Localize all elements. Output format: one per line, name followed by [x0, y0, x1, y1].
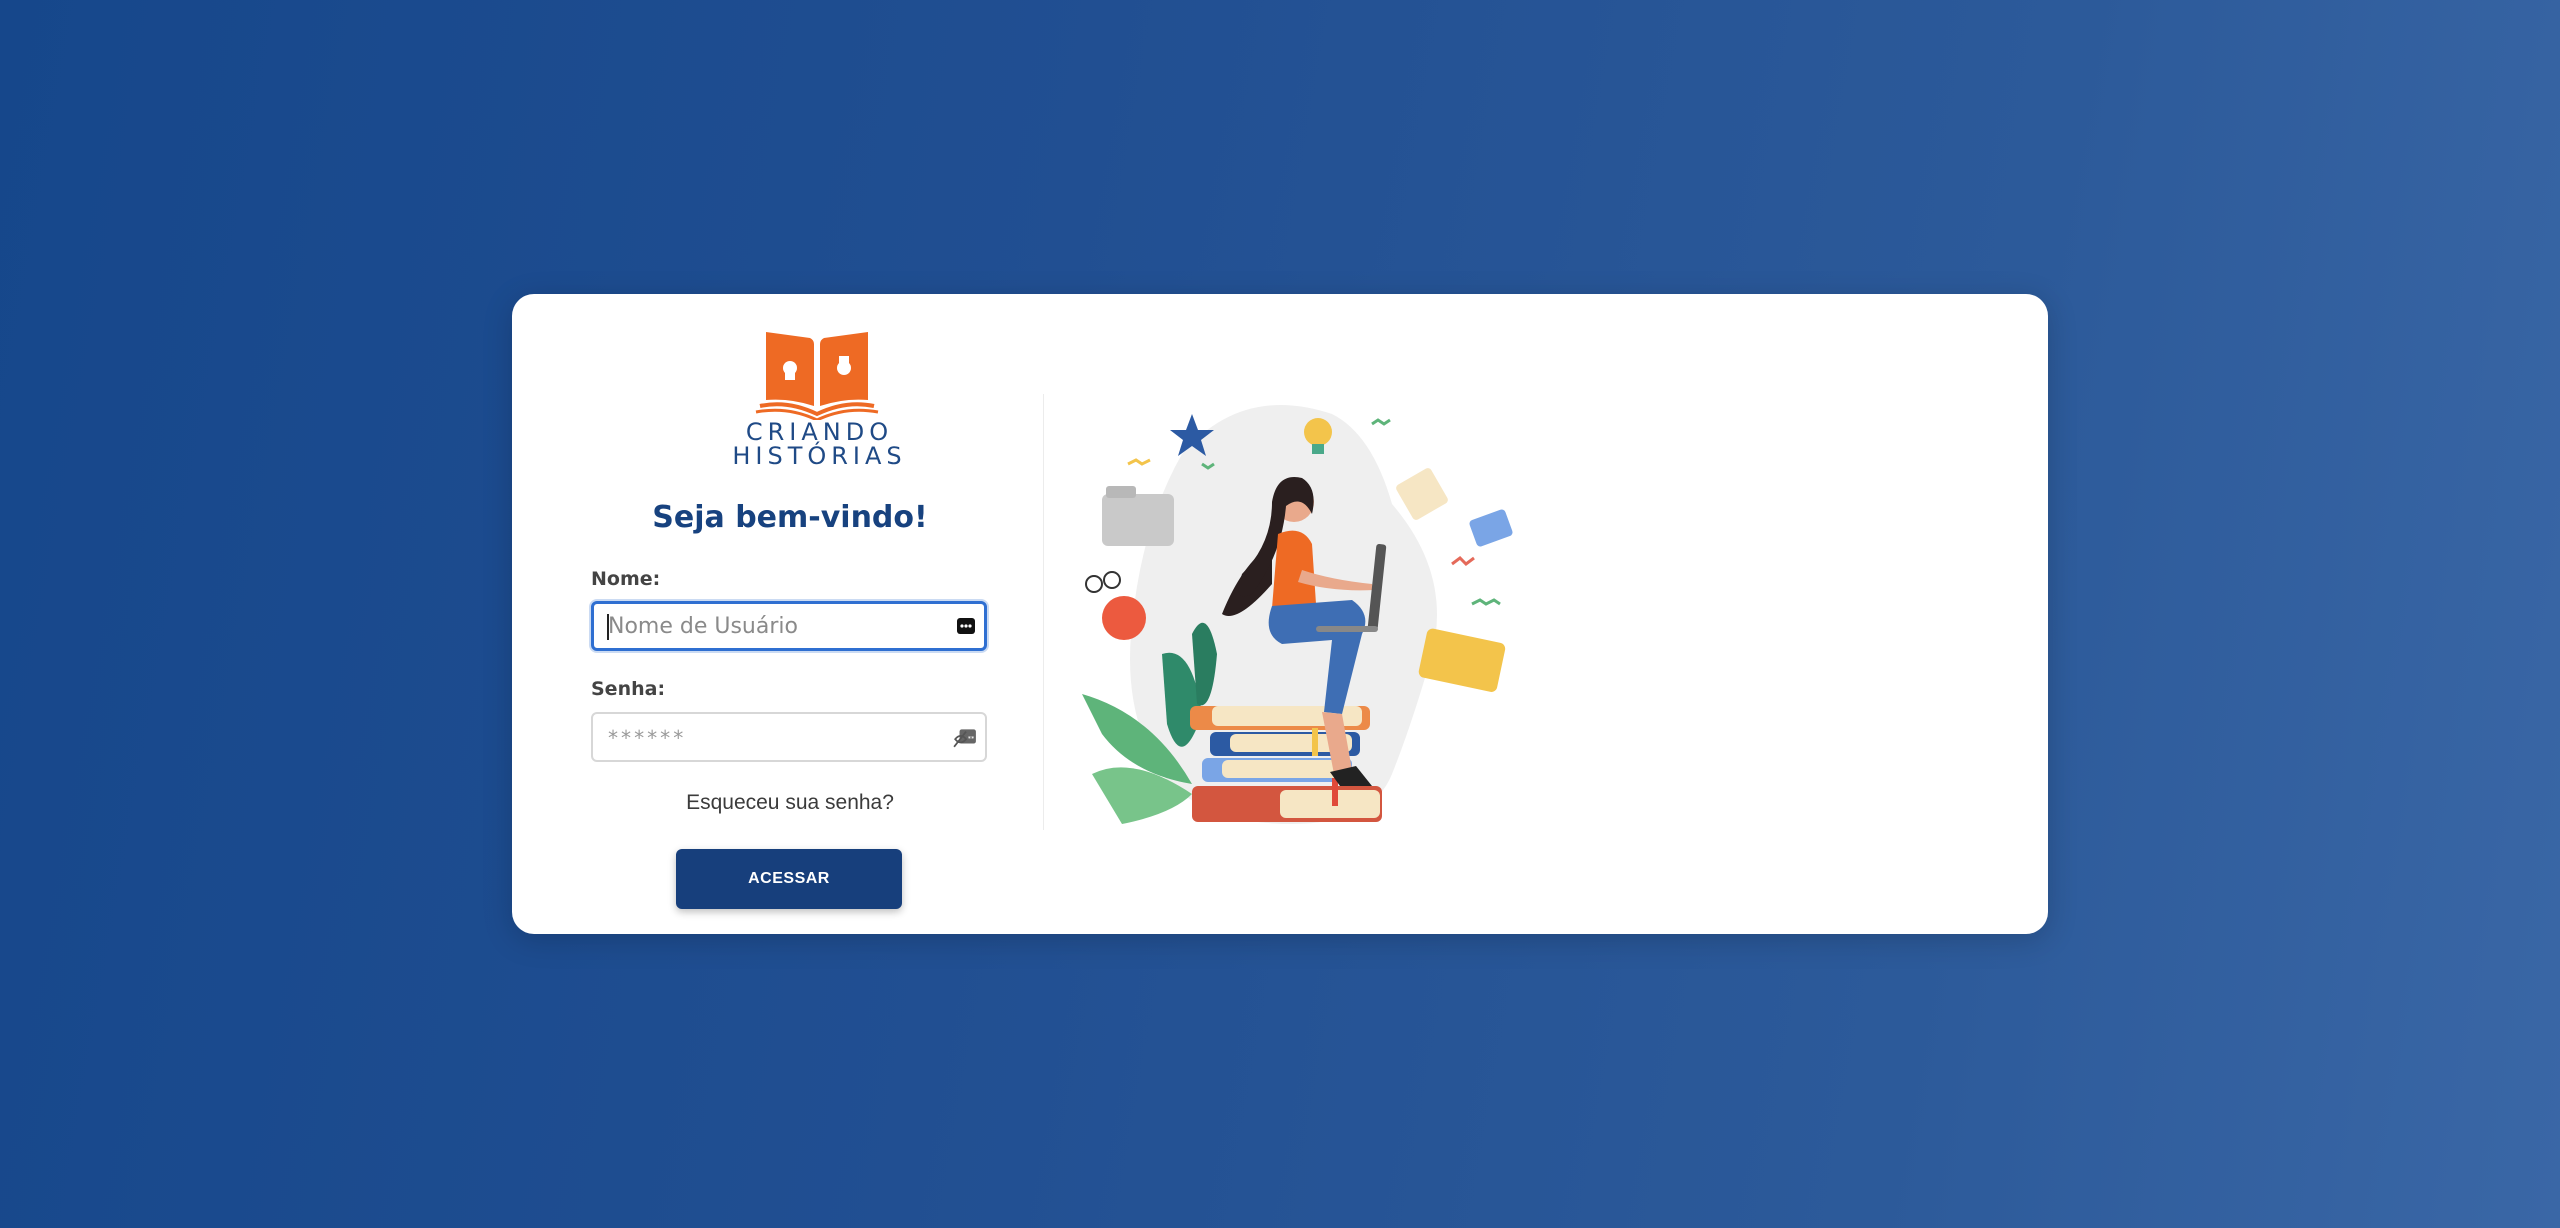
login-card: CRIANDO HISTÓRIAS Seja bem-vindo! Nome: … — [512, 294, 2048, 934]
woman-reading-on-books-illustration — [1082, 405, 1513, 824]
password-field[interactable]: ****** ** — [591, 712, 987, 762]
svg-text:**: ** — [968, 734, 975, 742]
brand-logo: CRIANDO HISTÓRIAS — [717, 328, 917, 478]
name-input[interactable] — [606, 604, 940, 648]
brand-name-line1: CRIANDO — [745, 418, 894, 446]
autofill-key-icon[interactable] — [956, 617, 976, 635]
forgot-password-link[interactable]: Esqueceu sua senha? — [512, 791, 1068, 815]
name-label: Nome: — [591, 568, 661, 590]
login-panel: CRIANDO HISTÓRIAS Seja bem-vindo! Nome: … — [512, 294, 1042, 934]
password-label: Senha: — [591, 678, 666, 700]
name-field[interactable] — [591, 601, 987, 651]
open-book-puzzle-icon — [755, 332, 879, 420]
welcome-heading: Seja bem-vindo! — [652, 500, 928, 535]
panel-divider — [1043, 394, 1044, 830]
password-input[interactable]: ****** — [607, 726, 685, 750]
brand-name-line2: HISTÓRIAS — [732, 442, 907, 470]
toggle-visibility-icon[interactable]: ** — [953, 726, 977, 748]
submit-button[interactable]: ACESSAR — [676, 849, 902, 909]
